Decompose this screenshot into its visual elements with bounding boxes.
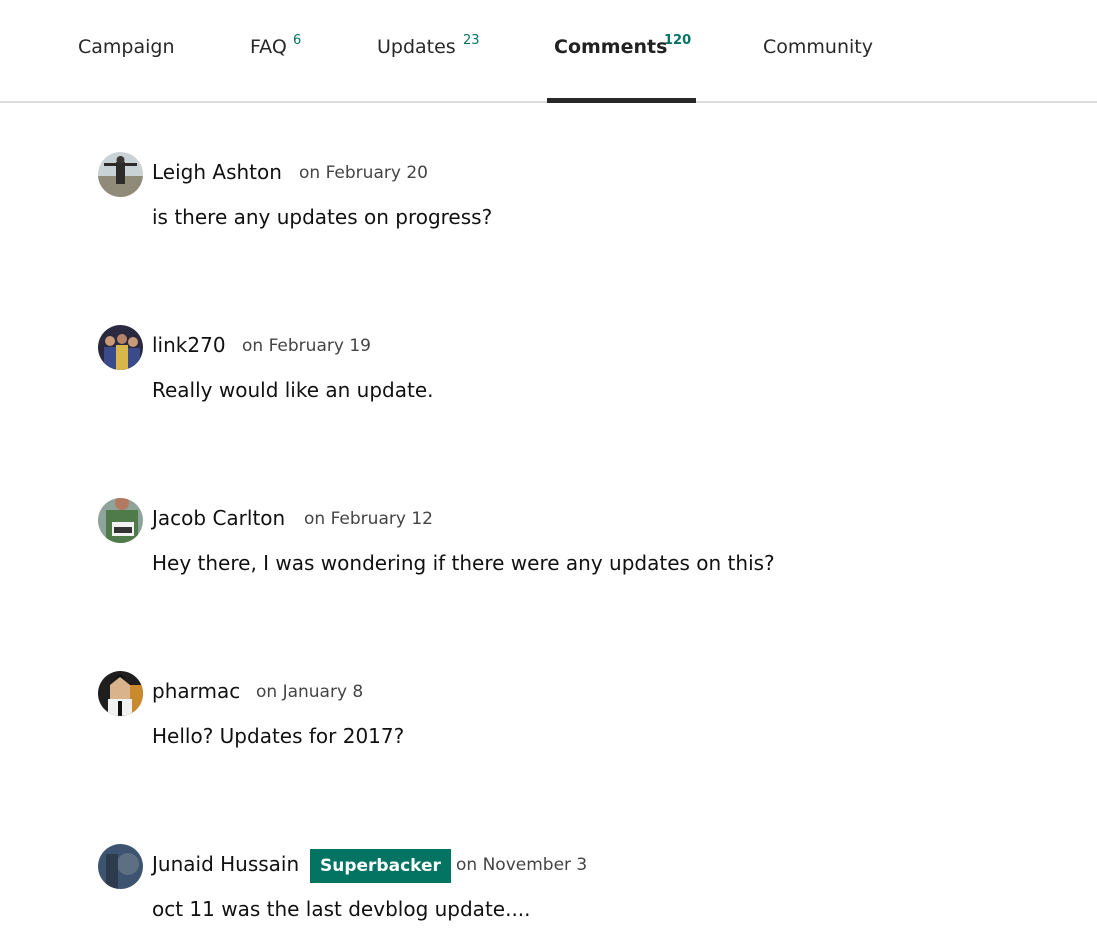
comment-item: pharmac on January 8 Hello? Updates for … (98, 671, 998, 771)
tab-updates[interactable]: Updates 23 (377, 0, 497, 101)
tab-label: Comments (554, 36, 668, 58)
comment-author[interactable]: pharmac (152, 679, 240, 703)
comment-body: Really would like an update. (152, 378, 434, 402)
comment-date[interactable]: on January 8 (256, 682, 363, 702)
comment-author[interactable]: link270 (152, 333, 226, 357)
comment-item: Junaid Hussain Superbacker on November 3… (98, 844, 998, 944)
superbacker-badge: Superbacker (310, 849, 451, 883)
tab-comments[interactable]: Comments 120 (547, 0, 696, 103)
comment-body: Hello? Updates for 2017? (152, 724, 405, 748)
comment-date[interactable]: on February 20 (299, 163, 428, 183)
project-tab-bar: Campaign FAQ 6 Updates 23 Comments 120 C… (0, 0, 1097, 103)
comment-date[interactable]: on February 12 (304, 509, 433, 529)
comment-body: Hey there, I was wondering if there were… (152, 551, 775, 575)
avatar[interactable] (98, 152, 143, 197)
comment-author[interactable]: Junaid Hussain (152, 852, 299, 876)
comment-item: Jacob Carlton on February 12 Hey there, … (98, 498, 998, 598)
tab-label: Community (763, 36, 873, 58)
comment-item: Leigh Ashton on February 20 is there any… (98, 152, 998, 252)
comment-author[interactable]: Leigh Ashton (152, 160, 282, 184)
comment-body: oct 11 was the last devblog update.... (152, 897, 531, 921)
comment-body: is there any updates on progress? (152, 205, 493, 229)
tab-faq[interactable]: FAQ 6 (250, 0, 320, 101)
comment-date[interactable]: on November 3 (456, 855, 587, 875)
comment-item: link270 on February 19 Really would like… (98, 325, 998, 425)
tab-label: Updates (377, 36, 456, 58)
tab-campaign[interactable]: Campaign (78, 0, 188, 101)
tab-count-badge: 6 (293, 33, 302, 48)
avatar[interactable] (98, 844, 143, 889)
active-tab-indicator (547, 98, 696, 103)
comment-author[interactable]: Jacob Carlton (152, 506, 285, 530)
comment-date[interactable]: on February 19 (242, 336, 371, 356)
tab-label: FAQ (250, 36, 287, 58)
avatar[interactable] (98, 671, 143, 716)
tab-label: Campaign (78, 36, 175, 58)
avatar[interactable] (98, 498, 143, 543)
tab-community[interactable]: Community (763, 0, 888, 101)
tab-count-badge: 120 (664, 33, 692, 48)
tab-count-badge: 23 (463, 33, 480, 48)
avatar[interactable] (98, 325, 143, 370)
